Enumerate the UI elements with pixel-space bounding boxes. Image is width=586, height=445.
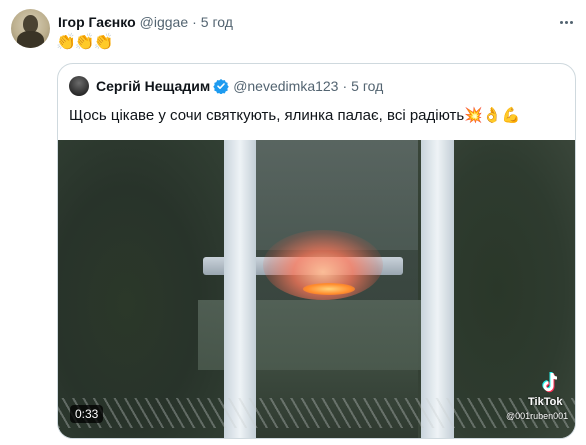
quoted-author-avatar[interactable]: [69, 76, 89, 96]
more-dot: [569, 20, 573, 24]
tiktok-watermark-label: TikTok: [528, 396, 563, 408]
tweet-text: 👏👏👏: [56, 34, 114, 51]
video-frame-fence-post: [421, 140, 454, 438]
video-frame-fire: [303, 283, 355, 295]
tweet-header: Ігор Гаєнко @iggae · 5 год: [58, 12, 233, 32]
quoted-tweet-time[interactable]: 5 год: [351, 78, 383, 94]
video-frame-fence-post: [224, 140, 256, 438]
author-handle[interactable]: @iggae: [140, 14, 188, 30]
quoted-tweet-header: Сергій Нещадим @nevedimka123 · 5 год: [96, 76, 383, 96]
more-dot: [559, 20, 563, 24]
verified-badge-icon: [213, 78, 229, 94]
author-avatar[interactable]: [11, 9, 50, 48]
video-player[interactable]: 0:33 TikTok @001ruben001: [58, 140, 575, 438]
quoted-tweet-text: Щось цікаве у сочи святкують, ялинка пал…: [69, 107, 521, 124]
avatar-portrait-body: [17, 31, 44, 48]
video-duration-badge: 0:33: [70, 405, 104, 423]
tiktok-watermark-user: @001ruben001: [506, 411, 569, 421]
quoted-author-name[interactable]: Сергій Нещадим: [96, 78, 210, 94]
more-options-icon[interactable]: [556, 12, 576, 32]
separator-dot: ·: [192, 14, 197, 30]
video-frame-barbed-wire: [58, 398, 575, 428]
quoted-tweet[interactable]: Сергій Нещадим @nevedimka123 · 5 год Щос…: [57, 63, 576, 439]
tweet-time[interactable]: 5 год: [201, 14, 233, 30]
video-frame-trees-left: [58, 140, 228, 438]
author-name[interactable]: Ігор Гаєнко: [58, 14, 136, 30]
quoted-author-handle[interactable]: @nevedimka123: [233, 78, 338, 94]
separator-dot: ·: [342, 78, 348, 94]
more-dot: [564, 20, 568, 24]
tiktok-logo-icon: [541, 372, 561, 394]
tweet[interactable]: Ігор Гаєнко @iggae · 5 год 👏👏👏 Сергій Не…: [0, 0, 586, 445]
